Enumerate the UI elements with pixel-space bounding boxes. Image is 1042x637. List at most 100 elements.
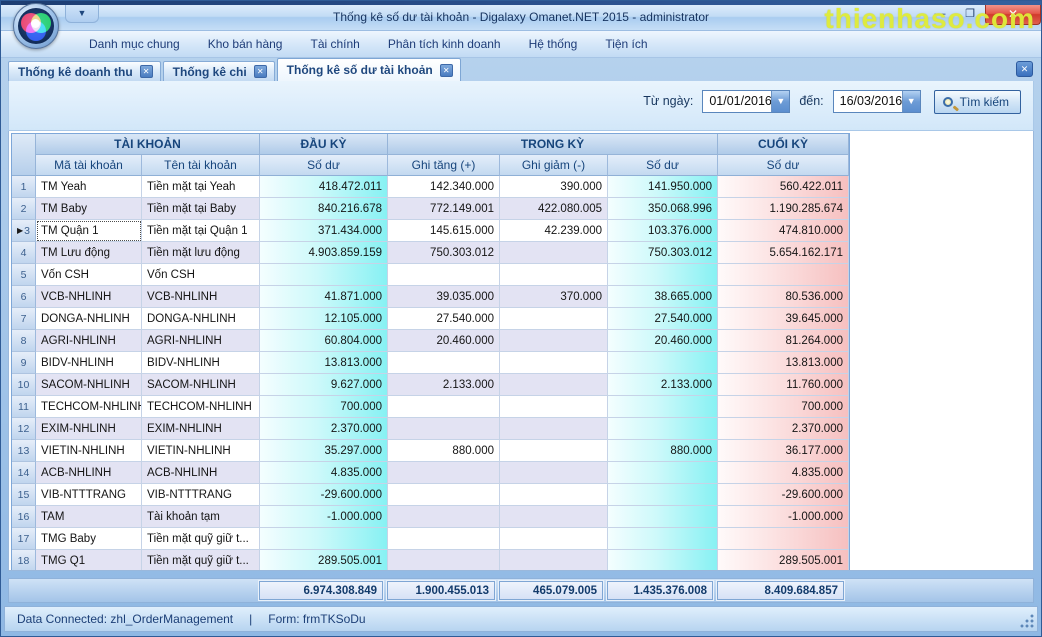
- cell-ghi-tang[interactable]: 20.460.000: [388, 330, 500, 352]
- cell-so-du-cuoi-ky[interactable]: 13.813.000: [718, 352, 849, 374]
- cell-ghi-giam[interactable]: [500, 352, 608, 374]
- cell-ghi-giam[interactable]: [500, 462, 608, 484]
- row-number-cell[interactable]: 8: [12, 330, 36, 352]
- cell-ghi-giam[interactable]: 390.000: [500, 176, 608, 198]
- tab-thong-ke-so-du-tai-khoan[interactable]: Thống kê số dư tài khoản✕: [277, 58, 461, 81]
- close-button[interactable]: ✕: [985, 5, 1041, 25]
- cell-so-du-trong-ky[interactable]: [608, 484, 718, 506]
- header-so-du-trong-ky[interactable]: Số dư: [608, 155, 718, 176]
- cell-ma-tai-khoan[interactable]: TM Quận 1: [36, 220, 142, 242]
- row-number-cell[interactable]: 12: [12, 418, 36, 440]
- cell-ten-tai-khoan[interactable]: VIETIN-NHLINH: [142, 440, 260, 462]
- cell-ma-tai-khoan[interactable]: Vốn CSH: [36, 264, 142, 286]
- row-number-cell[interactable]: 7: [12, 308, 36, 330]
- resize-grip[interactable]: [1020, 614, 1034, 628]
- header-ghi-tang[interactable]: Ghi tăng (+): [388, 155, 500, 176]
- header-so-du-cuoi-ky[interactable]: Số dư: [718, 155, 849, 176]
- cell-ten-tai-khoan[interactable]: Tiền mặt tại Baby: [142, 198, 260, 220]
- cell-so-du-cuoi-ky[interactable]: 11.760.000: [718, 374, 849, 396]
- cell-ghi-tang[interactable]: 750.303.012: [388, 242, 500, 264]
- row-number-cell[interactable]: 15: [12, 484, 36, 506]
- cell-so-du-trong-ky[interactable]: 750.303.012: [608, 242, 718, 264]
- header-so-du-dau-ky[interactable]: Số dư: [260, 155, 388, 176]
- cell-ma-tai-khoan[interactable]: ACB-NHLINH: [36, 462, 142, 484]
- row-number-cell[interactable]: 11: [12, 396, 36, 418]
- cell-ghi-tang[interactable]: [388, 528, 500, 550]
- cell-ten-tai-khoan[interactable]: Tiền mặt quỹ giữ t...: [142, 528, 260, 550]
- cell-so-du-trong-ky[interactable]: 27.540.000: [608, 308, 718, 330]
- menu-item-danh-muc-chung[interactable]: Danh mục chung: [75, 32, 194, 56]
- row-number-cell[interactable]: 18: [12, 550, 36, 571]
- cell-ma-tai-khoan[interactable]: BIDV-NHLINH: [36, 352, 142, 374]
- menu-item-tien-ich[interactable]: Tiện ích: [591, 32, 661, 56]
- tab-close-icon[interactable]: ✕: [140, 65, 153, 78]
- cell-ghi-tang[interactable]: 145.615.000: [388, 220, 500, 242]
- cell-ten-tai-khoan[interactable]: ACB-NHLINH: [142, 462, 260, 484]
- cell-so-du-trong-ky[interactable]: [608, 506, 718, 528]
- cell-so-du-trong-ky[interactable]: [608, 418, 718, 440]
- cell-ten-tai-khoan[interactable]: Tiền mặt quỹ giữ t...: [142, 550, 260, 571]
- cell-ghi-tang[interactable]: 27.540.000: [388, 308, 500, 330]
- cell-so-du-cuoi-ky[interactable]: 289.505.001: [718, 550, 849, 571]
- row-number-cell[interactable]: 17: [12, 528, 36, 550]
- tabstrip-close-icon[interactable]: ✕: [1016, 61, 1033, 77]
- table-corner-cell[interactable]: [12, 134, 36, 176]
- cell-ghi-tang[interactable]: [388, 418, 500, 440]
- from-date-value[interactable]: 01/01/2016: [703, 91, 771, 112]
- cell-ten-tai-khoan[interactable]: Tiền mặt tại Yeah: [142, 176, 260, 198]
- cell-ghi-giam[interactable]: 422.080.005: [500, 198, 608, 220]
- cell-ghi-tang[interactable]: [388, 264, 500, 286]
- cell-so-du-cuoi-ky[interactable]: 1.190.285.674: [718, 198, 849, 220]
- cell-so-du-dau-ky[interactable]: 289.505.001: [260, 550, 388, 571]
- cell-so-du-cuoi-ky[interactable]: 2.370.000: [718, 418, 849, 440]
- cell-ghi-tang[interactable]: 142.340.000: [388, 176, 500, 198]
- menu-item-phan-tich-kinh-doanh[interactable]: Phân tích kinh doanh: [374, 32, 515, 56]
- from-date-picker[interactable]: 01/01/2016 ▼: [702, 90, 790, 113]
- from-date-dropdown-icon[interactable]: ▼: [771, 91, 789, 112]
- cell-so-du-dau-ky[interactable]: 4.835.000: [260, 462, 388, 484]
- cell-so-du-dau-ky[interactable]: -1.000.000: [260, 506, 388, 528]
- cell-ma-tai-khoan[interactable]: TM Yeah: [36, 176, 142, 198]
- header-tai-khoan[interactable]: TÀI KHOẢN: [36, 134, 260, 155]
- search-button[interactable]: Tìm kiếm: [934, 90, 1021, 114]
- cell-ghi-tang[interactable]: [388, 484, 500, 506]
- menu-item-tai-chinh[interactable]: Tài chính: [296, 32, 373, 56]
- cell-so-du-cuoi-ky[interactable]: 39.645.000: [718, 308, 849, 330]
- cell-so-du-cuoi-ky[interactable]: -1.000.000: [718, 506, 849, 528]
- cell-ma-tai-khoan[interactable]: DONGA-NHLINH: [36, 308, 142, 330]
- cell-ghi-tang[interactable]: [388, 550, 500, 571]
- cell-ghi-giam[interactable]: [500, 374, 608, 396]
- cell-so-du-trong-ky[interactable]: 2.133.000: [608, 374, 718, 396]
- cell-so-du-cuoi-ky[interactable]: 36.177.000: [718, 440, 849, 462]
- cell-so-du-dau-ky[interactable]: 35.297.000: [260, 440, 388, 462]
- row-number-cell[interactable]: 4: [12, 242, 36, 264]
- cell-ma-tai-khoan[interactable]: TM Lưu động: [36, 242, 142, 264]
- cell-ten-tai-khoan[interactable]: EXIM-NHLINH: [142, 418, 260, 440]
- cell-ma-tai-khoan[interactable]: SACOM-NHLINH: [36, 374, 142, 396]
- cell-ghi-giam[interactable]: [500, 506, 608, 528]
- cell-ghi-tang[interactable]: [388, 506, 500, 528]
- cell-ten-tai-khoan[interactable]: TECHCOM-NHLINH: [142, 396, 260, 418]
- cell-ma-tai-khoan[interactable]: TAM: [36, 506, 142, 528]
- cell-ghi-giam[interactable]: 370.000: [500, 286, 608, 308]
- cell-ten-tai-khoan[interactable]: SACOM-NHLINH: [142, 374, 260, 396]
- minimize-button[interactable]: —: [925, 5, 955, 25]
- cell-ghi-giam[interactable]: [500, 242, 608, 264]
- tab-thong-ke-doanh-thu[interactable]: Thống kê doanh thu✕: [8, 61, 161, 81]
- cell-ten-tai-khoan[interactable]: Vốn CSH: [142, 264, 260, 286]
- cell-ghi-giam[interactable]: [500, 264, 608, 286]
- header-dau-ky[interactable]: ĐẦU KỲ: [260, 134, 388, 155]
- cell-so-du-trong-ky[interactable]: [608, 550, 718, 571]
- menu-item-he-thong[interactable]: Hệ thống: [515, 32, 592, 56]
- cell-ma-tai-khoan[interactable]: VIETIN-NHLINH: [36, 440, 142, 462]
- cell-so-du-trong-ky[interactable]: [608, 396, 718, 418]
- cell-so-du-trong-ky[interactable]: [608, 264, 718, 286]
- cell-ten-tai-khoan[interactable]: AGRI-NHLINH: [142, 330, 260, 352]
- cell-ghi-tang[interactable]: 39.035.000: [388, 286, 500, 308]
- row-number-cell[interactable]: 6: [12, 286, 36, 308]
- row-number-cell[interactable]: 9: [12, 352, 36, 374]
- cell-ghi-tang[interactable]: [388, 396, 500, 418]
- to-date-picker[interactable]: 16/03/2016 ▼: [833, 90, 921, 113]
- to-date-value[interactable]: 16/03/2016: [834, 91, 902, 112]
- cell-so-du-dau-ky[interactable]: 12.105.000: [260, 308, 388, 330]
